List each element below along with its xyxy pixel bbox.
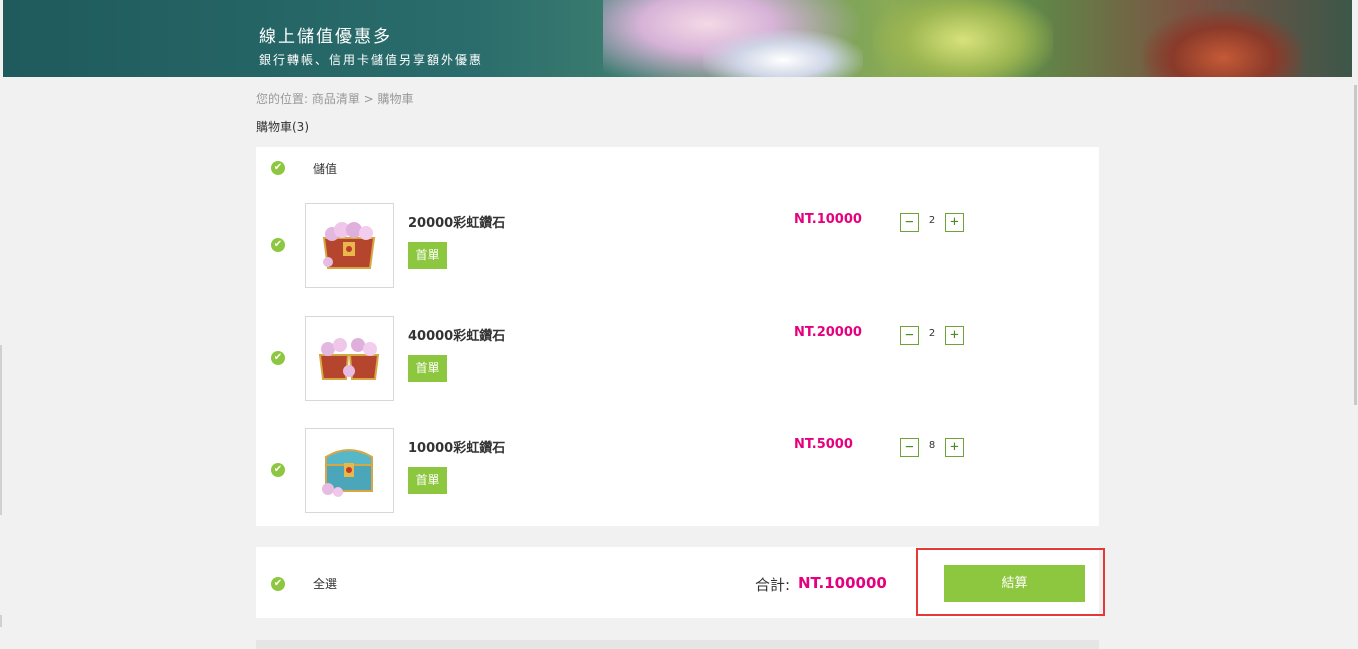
check-circle-icon[interactable]: ✔ xyxy=(271,577,285,591)
banner-title: 線上儲值優惠多 xyxy=(259,27,392,47)
product-thumbnail[interactable] xyxy=(305,428,394,513)
first-order-badge: 首單 xyxy=(408,467,447,494)
banner-art xyxy=(703,30,863,77)
item-price: NT.5000 xyxy=(794,437,853,452)
minus-icon[interactable]: − xyxy=(900,438,919,457)
quantity-value: 8 xyxy=(928,440,936,451)
quantity-stepper: − 8 + xyxy=(900,438,966,457)
item-price: NT.10000 xyxy=(794,212,862,227)
plus-icon[interactable]: + xyxy=(945,438,964,457)
minus-icon[interactable]: − xyxy=(900,326,919,345)
item-name: 10000彩虹鑽石 xyxy=(408,441,506,456)
check-circle-icon[interactable]: ✔ xyxy=(271,238,285,252)
scrollbar-thumb[interactable] xyxy=(1354,85,1357,405)
cart-panel: ✔ 儲值 ✔ 20000彩虹鑽石 首單 NT.10000 − 2 + ✔ 400… xyxy=(256,147,1099,526)
product-thumbnail[interactable] xyxy=(305,316,394,401)
plus-icon[interactable]: + xyxy=(945,213,964,232)
breadcrumb: 您的位置: 商品清單 > 購物車 xyxy=(256,92,414,106)
select-all-label[interactable]: 全選 xyxy=(313,575,337,592)
first-order-badge: 首單 xyxy=(408,242,447,269)
plus-icon[interactable]: + xyxy=(945,326,964,345)
banner-subtitle: 銀行轉帳、信用卡儲值另享額外優惠 xyxy=(259,53,484,67)
treasure-chest-icon xyxy=(322,449,373,497)
cart-item: ✔ 40000彩虹鑽石 首單 NT.20000 − 2 + xyxy=(256,316,1099,402)
group-label: 儲值 xyxy=(313,162,338,176)
total-label: 合計: xyxy=(755,576,791,594)
quantity-value: 2 xyxy=(928,328,936,339)
highlight-box xyxy=(916,548,1105,616)
banner-art xyxy=(873,0,1053,77)
banner-art xyxy=(1143,10,1303,77)
gem-chests-icon xyxy=(318,338,380,380)
promo-banner: 線上儲值優惠多 銀行轉帳、信用卡儲值另享額外優惠 xyxy=(3,0,1352,77)
minus-icon[interactable]: − xyxy=(900,213,919,232)
item-name: 20000彩虹鑽石 xyxy=(408,216,506,231)
first-order-badge: 首單 xyxy=(408,355,447,382)
item-name: 40000彩虹鑽石 xyxy=(408,329,506,344)
cart-count-title: 購物車(3) xyxy=(256,120,309,134)
check-circle-icon[interactable]: ✔ xyxy=(271,351,285,365)
next-section-strip xyxy=(256,640,1099,649)
gem-chest-icon xyxy=(322,222,376,269)
check-circle-icon[interactable]: ✔ xyxy=(271,463,285,477)
window-edge xyxy=(0,345,2,515)
quantity-value: 2 xyxy=(928,215,936,226)
cart-item: ✔ 20000彩虹鑽石 首單 NT.10000 − 2 + xyxy=(256,203,1099,289)
quantity-stepper: − 2 + xyxy=(900,326,966,345)
total-value: NT.100000 xyxy=(798,574,887,592)
window-edge xyxy=(0,615,2,627)
check-circle-icon[interactable]: ✔ xyxy=(271,161,285,175)
cart-item: ✔ 10000彩虹鑽石 首單 NT.5000 − 8 + xyxy=(256,428,1099,514)
product-thumbnail[interactable] xyxy=(305,203,394,288)
quantity-stepper: − 2 + xyxy=(900,213,966,232)
item-price: NT.20000 xyxy=(794,325,862,340)
